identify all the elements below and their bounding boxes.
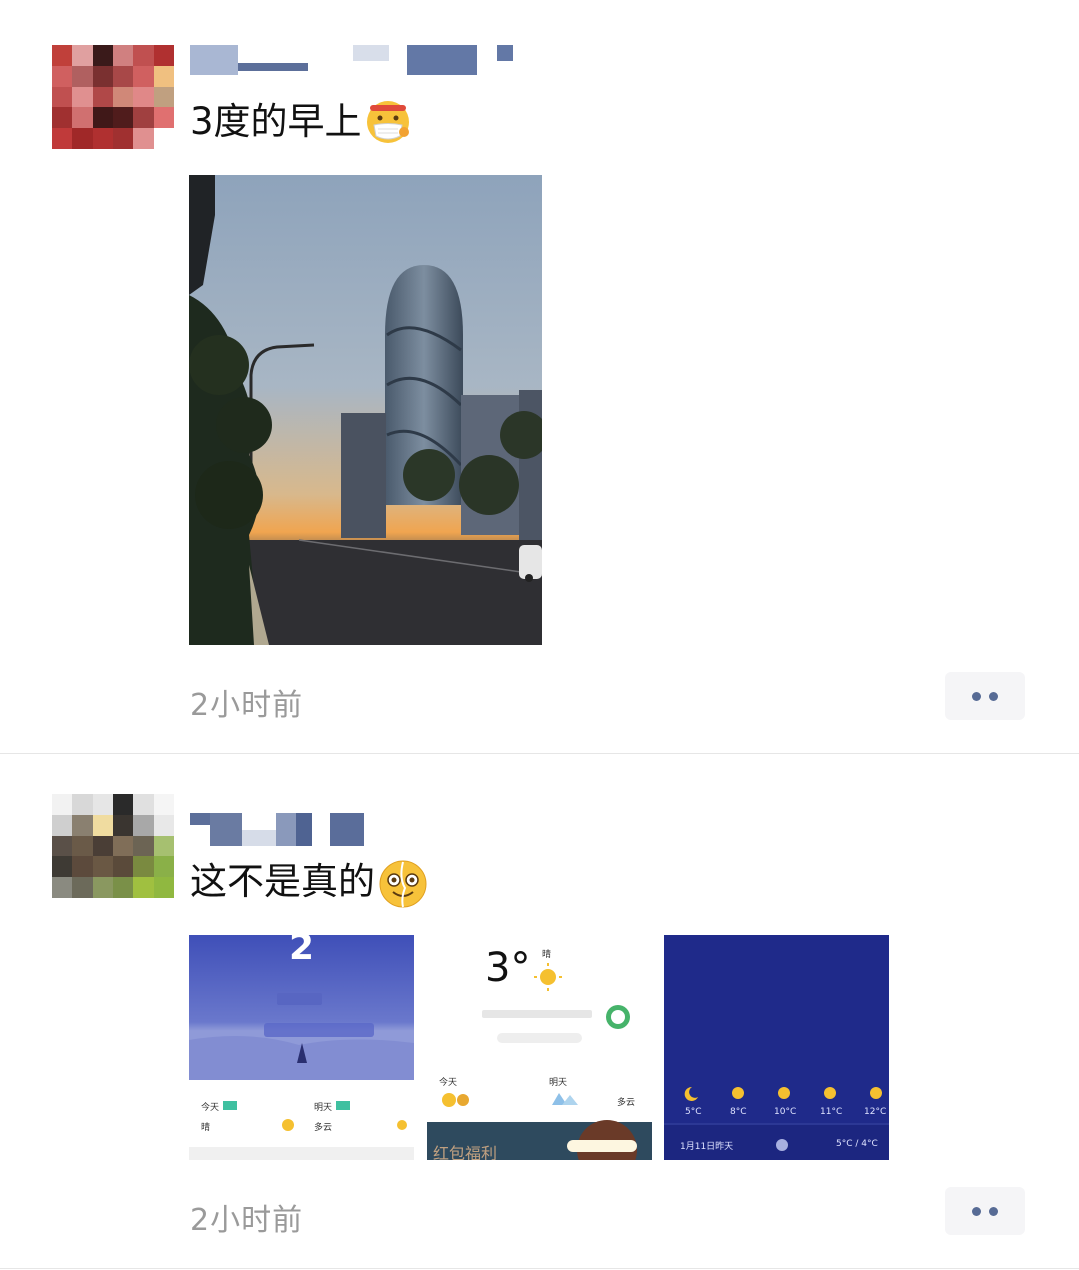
hour-temp: 5°C [685,1107,702,1117]
dizzy-smile-emoji [377,858,427,908]
user-name[interactable] [190,45,513,75]
hour-temp: 8°C [730,1107,747,1117]
today-label: 今天 [439,1078,458,1088]
dot-icon [989,691,998,701]
hour-temp: 11°C [820,1107,843,1117]
dot-icon [972,1206,981,1216]
footer-date: 1月11日昨天 [680,1142,734,1152]
caption-text: 3度的早上 [190,100,362,143]
today-condition: 晴 [201,1123,211,1133]
weather-condition: 晴 [542,950,552,960]
weather-app-screenshot[interactable]: 2 今天 明天 晴 多云 [189,935,414,1160]
hour-temp: 10°C [774,1107,797,1117]
tomorrow-condition: 多云 [314,1123,333,1133]
big-temperature: 3° [485,945,531,991]
more-actions-button[interactable] [945,672,1025,720]
tomorrow-label: 明天 [314,1103,333,1113]
post-caption: 这不是真的 [190,858,427,908]
face-with-medical-mask-emoji [364,98,412,146]
promo-banner: 红包福利 [433,1144,498,1160]
post-time: 2小时前 [190,688,304,723]
more-actions-button[interactable] [945,1187,1025,1235]
tomorrow-condition: 多云 [617,1098,636,1108]
dot-icon [989,1206,998,1216]
post-time: 2小时前 [190,1203,304,1238]
caption-text: 这不是真的 [190,860,375,903]
weather-app-screenshot[interactable]: 5°C 8°C 10°C 11°C 12°C 1月11日昨天 5°C / 4°C [664,935,889,1160]
post-caption: 3度的早上 [190,98,412,146]
footer-temps: 5°C / 4°C [836,1139,878,1149]
city-sunrise-photo[interactable] [189,175,542,645]
post-divider [0,1268,1079,1269]
today-label: 今天 [201,1103,220,1113]
avatar[interactable] [52,45,174,149]
dot-icon [972,691,981,701]
hour-temp: 12°C [864,1107,887,1117]
big-temperature: 2 [289,935,315,968]
post-divider [0,753,1079,754]
avatar[interactable] [52,794,174,898]
user-name[interactable] [190,813,364,846]
weather-app-screenshot[interactable]: 3° 晴 今天 明天 多云 红包福利 [427,935,652,1160]
tomorrow-label: 明天 [549,1078,568,1088]
